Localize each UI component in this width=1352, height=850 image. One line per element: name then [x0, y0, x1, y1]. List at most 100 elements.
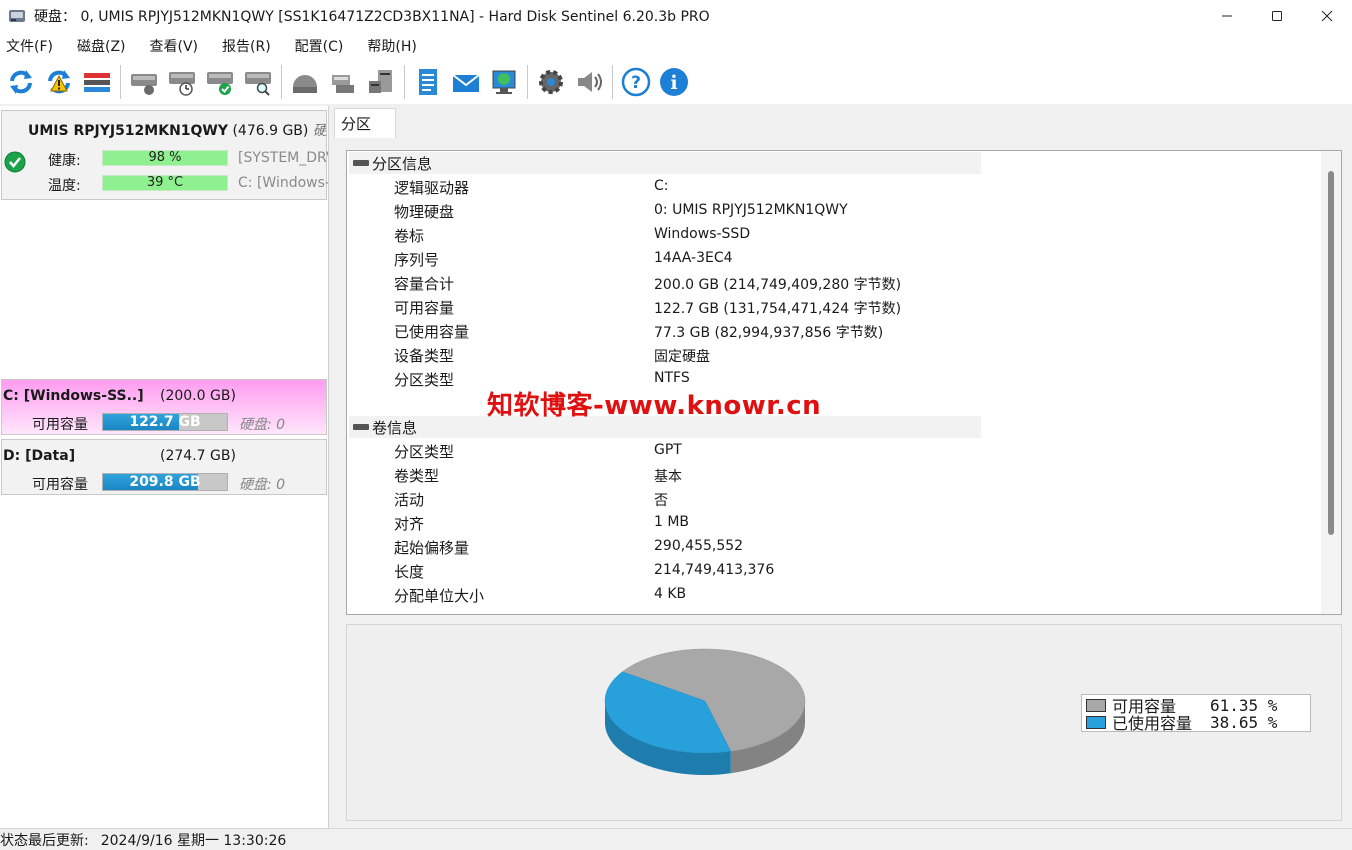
- temperature-extra: C: [Windows-S: [238, 175, 328, 191]
- chart-legend: 可用容量 61.35 % 已使用容量 38.65 %: [1081, 694, 1311, 733]
- row-label: 卷标: [394, 227, 425, 245]
- sound-button[interactable]: [570, 63, 608, 101]
- health-bar: 98 %: [102, 150, 228, 166]
- drive-icon: [353, 424, 369, 430]
- row-value: Windows-SSD: [654, 226, 751, 242]
- disk-schedule-button[interactable]: [163, 63, 201, 101]
- row-label: 分区类型: [394, 443, 455, 461]
- toolbar-separator: [120, 65, 121, 99]
- svg-text:?: ?: [631, 73, 641, 93]
- status-timestamp: 2024/9/16 星期一 13:30:26: [100, 832, 287, 849]
- partition-name: D: [Data]: [3, 448, 76, 464]
- drive-icon: [353, 160, 369, 166]
- toolbar: ? i: [0, 60, 1352, 104]
- disk-search-icon: [245, 72, 271, 96]
- minimize-icon: [1222, 15, 1232, 17]
- temperature-bar: 39 °C: [102, 175, 228, 191]
- row-value: 否: [654, 493, 668, 509]
- legend-label: 已使用容量: [1112, 714, 1193, 733]
- disk-scan-button[interactable]: [239, 63, 277, 101]
- row-label: 已使用容量: [394, 323, 470, 341]
- close-button[interactable]: [1302, 0, 1352, 32]
- partition-name: C: [Windows-SS..]: [3, 388, 144, 404]
- usage-chart-panel: 可用容量 61.35 % 已使用容量 38.65 %: [346, 624, 1342, 821]
- toolbar-separator: [527, 65, 528, 99]
- partition-card-c[interactable]: C: [Windows-SS..] (200.0 GB) 可用容量 122.7 …: [1, 379, 327, 435]
- email-button[interactable]: [447, 63, 485, 101]
- disk-list-button[interactable]: [78, 63, 116, 101]
- row-label: 可用容量: [394, 299, 455, 317]
- network-button[interactable]: [324, 63, 362, 101]
- disk-dome-icon: [293, 75, 317, 93]
- title-bar: 硬盘： 0, UMIS RPJYJ512MKN1QWY [SS1K16471Z2…: [0, 0, 1352, 32]
- partition-size: (200.0 GB): [160, 388, 236, 404]
- row-value: 基本: [654, 469, 682, 485]
- help-icon: ?: [621, 67, 651, 97]
- info-button[interactable]: i: [655, 63, 693, 101]
- menu-disk[interactable]: 磁盘(Z): [71, 36, 132, 56]
- tab-partition[interactable]: 分区: [334, 108, 396, 138]
- app-disk-icon: [9, 10, 25, 22]
- partition-card-d[interactable]: D: [Data] (274.7 GB) 可用容量 209.8 GB 硬盘: 0: [1, 439, 327, 495]
- row-value: 4 KB: [654, 586, 687, 602]
- section-partition-info: 分区信息: [349, 152, 981, 174]
- settings-button[interactable]: [532, 63, 570, 101]
- close-icon: [1321, 10, 1333, 22]
- info-scrollbar[interactable]: [1321, 151, 1341, 614]
- legend-swatch: [1086, 698, 1106, 712]
- watermark-text: 知软博客-www.knowr.cn: [487, 391, 822, 421]
- svg-text:i: i: [670, 72, 677, 94]
- refresh-button[interactable]: [2, 63, 40, 101]
- report-icon: [419, 69, 437, 95]
- row-label: 长度: [394, 563, 425, 581]
- row-label: 分区类型: [394, 371, 455, 389]
- disk-info-button[interactable]: [125, 63, 163, 101]
- partition-info-panel: 分区信息 逻辑驱动器 C: 物理硬盘 0: UMIS RPJYJ512MKN1Q…: [346, 150, 1342, 615]
- row-value: 200.0 GB (214,749,409,280 字节数): [654, 277, 902, 293]
- free-space-value: 122.7 GB: [129, 414, 201, 430]
- row-label: 对齐: [394, 515, 425, 533]
- email-icon: [452, 74, 480, 92]
- help-button[interactable]: ?: [617, 63, 655, 101]
- status-label: 状态最后更新:: [0, 832, 89, 849]
- menu-file[interactable]: 文件(F): [0, 36, 59, 56]
- row-value: NTFS: [654, 370, 690, 386]
- minimize-button[interactable]: [1202, 0, 1252, 32]
- disk-card[interactable]: UMIS RPJYJ512MKN1QWY (476.9 GB) 硬盘 健康: 9…: [1, 110, 328, 200]
- report-button[interactable]: [409, 63, 447, 101]
- row-value: 0: UMIS RPJYJ512MKN1QWY: [654, 202, 848, 218]
- menu-report[interactable]: 报告(R): [216, 36, 277, 56]
- free-space-label: 可用容量: [32, 477, 88, 493]
- free-space-label: 可用容量: [32, 417, 88, 433]
- sound-icon: [578, 72, 602, 92]
- menu-view[interactable]: 查看(V): [144, 36, 205, 56]
- maximize-button[interactable]: [1252, 0, 1302, 32]
- row-label: 物理硬盘: [394, 203, 455, 221]
- partition-disk-label: 硬盘: 0: [239, 477, 286, 493]
- web-button[interactable]: [485, 63, 523, 101]
- scrollbar-thumb[interactable]: [1328, 171, 1334, 535]
- toolbar-separator: [612, 65, 613, 99]
- menu-config[interactable]: 配置(C): [289, 36, 350, 56]
- refresh-warning-icon: [48, 70, 70, 94]
- partition-disk-label: 硬盘: 0: [239, 417, 286, 433]
- row-label: 卷类型: [394, 467, 440, 485]
- row-value: 214,749,413,376: [654, 562, 775, 578]
- row-label: 起始偏移量: [394, 539, 470, 557]
- toolbar-separator: [281, 65, 282, 99]
- menu-help[interactable]: 帮助(H): [361, 36, 422, 56]
- settings-icon: [539, 70, 563, 94]
- usage-pie-chart: [604, 648, 806, 775]
- legend-swatch: [1086, 715, 1106, 729]
- info-icon: i: [660, 68, 688, 96]
- disk-test-button[interactable]: [201, 63, 239, 101]
- refresh-all-button[interactable]: [40, 63, 78, 101]
- legend-value: 38.65 %: [1210, 712, 1278, 732]
- disk-clock-icon: [169, 72, 195, 96]
- section-title: 卷信息: [372, 418, 418, 437]
- row-label: 序列号: [394, 251, 440, 269]
- server-button[interactable]: [362, 63, 400, 101]
- free-space-bar: 209.8 GB: [102, 473, 228, 491]
- disk-size: (476.9 GB): [232, 123, 309, 139]
- acoustic-button[interactable]: [286, 63, 324, 101]
